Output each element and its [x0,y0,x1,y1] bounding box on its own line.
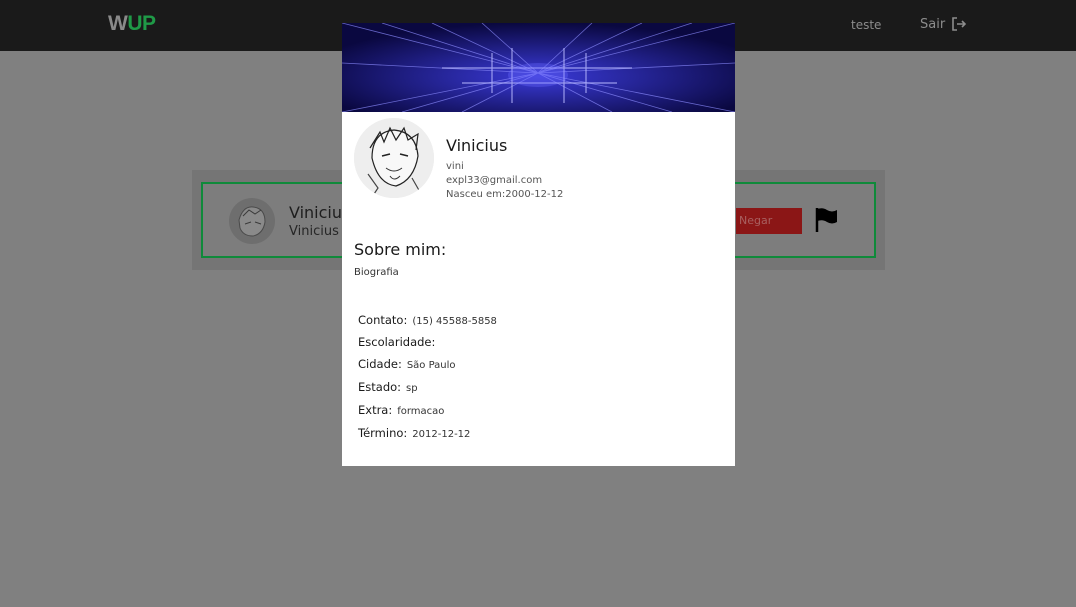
profile-avatar [354,118,434,198]
about-text: Biografia [354,267,399,278]
detail-row-state: Estado: sp [358,376,418,395]
profile-email: expl33@gmail.com [446,175,543,186]
detail-label: Extra: [358,403,393,417]
deny-button[interactable]: Negar [736,208,802,234]
logout-label: Sair [920,16,946,32]
detail-value: 2012-12-12 [412,429,471,440]
request-subtitle: Vinicius [289,224,339,239]
profile-banner [342,23,735,112]
detail-label: Escolaridade: [358,335,436,349]
detail-row-end-date: Término: 2012-12-12 [358,422,470,441]
detail-label: Contato: [358,313,408,327]
app-logo[interactable]: WUP [108,12,156,36]
detail-row-extra: Extra: formacao [358,399,444,418]
nav-username[interactable]: teste [851,18,881,32]
logo-w: W [108,12,128,35]
about-title: Sobre mim: [354,240,447,259]
detail-label: Estado: [358,380,402,394]
detail-value: formacao [397,406,445,417]
profile-modal: Vinicius vini expl33@gmail.com Nasceu em… [342,23,735,466]
logout-button[interactable]: Sair [920,16,967,32]
flag-icon[interactable] [815,207,839,237]
detail-value: (15) 45588-5858 [412,316,497,327]
request-avatar [229,198,275,244]
logout-icon [951,16,967,32]
detail-row-city: Cidade: São Paulo [358,353,456,372]
logo-up: UP [127,12,156,35]
detail-row-contact: Contato: (15) 45588-5858 [358,309,497,328]
profile-birthdate: Nasceu em:2000-12-12 [446,189,564,200]
detail-label: Término: [358,426,408,440]
detail-label: Cidade: [358,357,402,371]
profile-name: Vinicius [446,136,508,155]
detail-row-education: Escolaridade: [358,331,440,350]
detail-value: sp [406,383,418,394]
profile-username: vini [446,161,464,172]
detail-value: São Paulo [406,360,456,371]
